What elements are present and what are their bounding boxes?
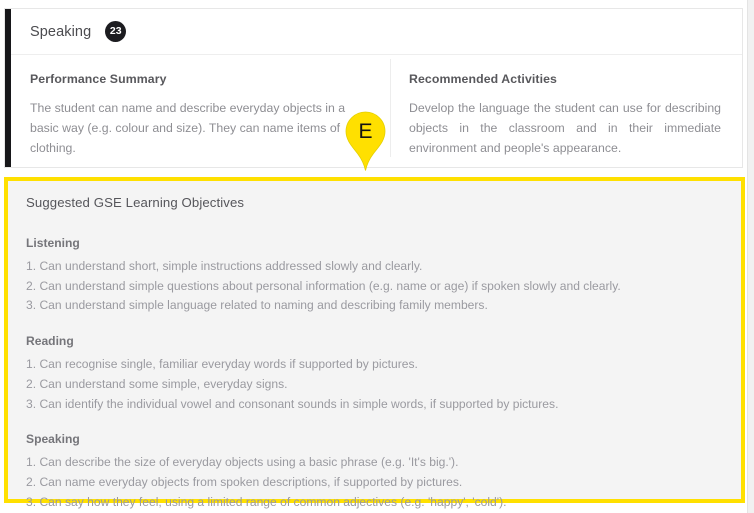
objective-item: 1. Can recognise single, familiar everyd… — [26, 357, 418, 372]
objectives-group-listening: Listening 1. Can understand short, simpl… — [26, 236, 723, 316]
objective-item: 3. Can understand simple language relate… — [26, 298, 488, 313]
pin-label: E — [358, 120, 373, 143]
objectives-content: Suggested GSE Learning Objectives Listen… — [8, 181, 741, 512]
performance-summary-text: The student can name and describe everyd… — [30, 101, 346, 155]
objective-item: 2. Can understand simple questions about… — [26, 278, 621, 293]
performance-summary-heading: Performance Summary — [30, 72, 167, 86]
objectives-group-heading: Reading — [26, 334, 74, 349]
skill-title: Speaking — [30, 23, 92, 40]
objectives-panel-title: Suggested GSE Learning Objectives — [26, 195, 245, 210]
recommended-activities-text: Develop the language the student can use… — [409, 101, 721, 155]
objectives-list: 1. Can recognise single, familiar everyd… — [26, 355, 723, 414]
objectives-list: 1. Can understand short, simple instruct… — [26, 257, 723, 316]
skill-card-header: Speaking 23 — [11, 9, 742, 55]
objective-item: 2. Can understand some simple, everyday … — [26, 376, 288, 391]
objective-item: 2. Can name everyday objects from spoken… — [26, 474, 463, 489]
suggested-objectives-panel: Suggested GSE Learning Objectives Listen… — [4, 177, 745, 509]
recommended-activities-column: Recommended Activities Develop the langu… — [390, 55, 742, 167]
map-pin-icon: E — [345, 111, 386, 172]
performance-summary-column: Performance Summary The student can name… — [11, 55, 390, 167]
objective-item: 3. Can identify the individual vowel and… — [26, 396, 559, 411]
objective-item: 3. Can say how they feel, using a limite… — [26, 494, 507, 509]
recommended-activities-heading: Recommended Activities — [409, 72, 557, 86]
objectives-group-heading: Listening — [26, 236, 80, 250]
page-scrollbar[interactable] — [747, 0, 754, 513]
objective-item: 1. Can describe the size of everyday obj… — [26, 455, 459, 470]
objectives-group-reading: Reading 1. Can recognise single, familia… — [26, 334, 723, 414]
objectives-group-heading: Speaking — [26, 432, 80, 447]
skill-score-badge: 23 — [105, 21, 127, 42]
objectives-group-speaking: Speaking 1. Can describe the size of eve… — [26, 432, 723, 512]
report-page: Speaking 23 Performance Summary The stud… — [0, 0, 747, 513]
objectives-list: 1. Can describe the size of everyday obj… — [26, 453, 723, 512]
objective-item: 1. Can understand short, simple instruct… — [26, 259, 423, 273]
